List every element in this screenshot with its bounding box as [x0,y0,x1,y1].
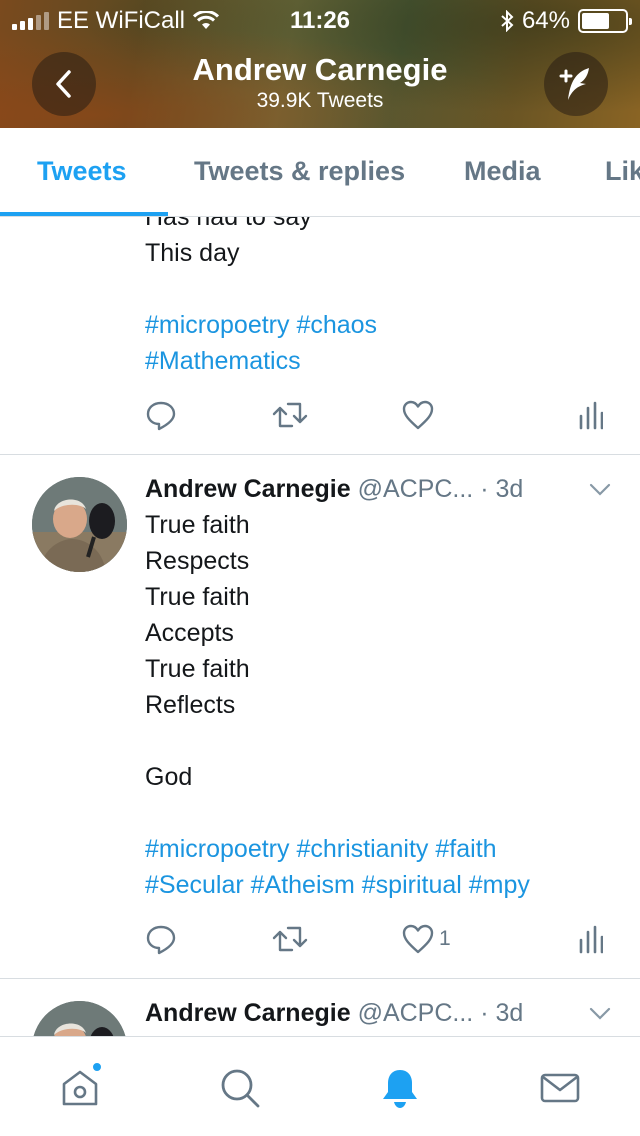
retweet-icon [272,402,308,428]
like-count: 1 [439,927,451,950]
profile-header: EE WiFiCall 11:26 64% Andrew Carnegie 39… [0,0,640,128]
author-name[interactable]: Andrew Carnegie [145,475,351,503]
tweet-time: · 3d [480,999,524,1027]
chevron-down-icon[interactable] [588,1003,612,1023]
profile-tabs: Tweets Tweets & replies Media Lik [0,128,640,217]
tweet-line: True faith [145,655,250,683]
reply-button[interactable] [145,399,177,431]
tab-home[interactable] [55,1061,105,1113]
battery-percent: 64% [521,7,570,34]
avatar[interactable] [32,1001,127,1036]
tweet-line: True faith [145,583,250,611]
retweet-button[interactable] [272,399,308,431]
tweet-hashtags[interactable]: #Mathematics [145,343,620,379]
notification-dot [91,1061,103,1073]
author-name[interactable]: Andrew Carnegie [145,999,351,1027]
avatar-photo [32,1001,127,1036]
bottom-tab-bar [0,1036,640,1136]
avatar-photo [32,477,127,572]
search-icon [221,1069,260,1108]
tweet-feed[interactable]: Has had to say This day #micropoetry #ch… [0,217,640,1036]
tweet-hashtags[interactable]: #micropoetry #chaos [145,307,620,343]
like-button[interactable] [401,399,439,431]
status-bar-right: 64% [500,7,632,35]
analytics-icon [579,925,603,954]
like-button[interactable]: 1 [401,923,451,955]
analytics-button[interactable] [577,923,603,955]
tweet-header: Andrew Carnegie @ACPC... · 3d [145,995,620,1031]
status-bar: EE WiFiCall 11:26 64% [0,0,640,40]
tweet-header: Andrew Carnegie @ACPC... · 3d [145,471,620,507]
tweet-text: Has had to say This day #micropoetry #ch… [145,217,620,379]
tweet-hashtags[interactable]: #Secular #Atheism #spiritual #mpy [145,867,620,903]
reply-icon [146,401,176,431]
author-handle[interactable]: @ACPC... [358,999,474,1027]
compose-tweet-icon [559,68,589,100]
tab-search[interactable] [215,1063,265,1113]
tweet-line [145,723,620,759]
tab-notifications[interactable] [375,1063,425,1113]
tweet-line: Reflects [145,691,236,719]
tweet-line: True faith [145,511,250,539]
avatar[interactable] [32,477,127,572]
analytics-icon [579,401,603,430]
tab-tweets-and-replies[interactable]: Tweets & replies [194,156,405,187]
tweet-line: This day [145,239,240,267]
heart-icon [402,400,434,430]
chevron-down-icon[interactable] [588,479,612,499]
analytics-button[interactable] [577,399,603,431]
tweet-line: God [145,763,193,791]
tweet-line: Accepts [145,619,234,647]
tweet-text: True faith Respects True faith Accepts T… [145,507,620,903]
tweet-item[interactable]: Has had to say This day #micropoetry #ch… [0,217,640,455]
bluetooth-icon [501,10,514,32]
tweet-line: Has had to say [145,217,312,231]
battery-icon [578,9,632,33]
notifications-bell-icon [383,1070,417,1108]
retweet-icon [272,926,308,952]
tweet-item[interactable]: Andrew Carnegie @ACPC... · 3d True faith… [0,455,640,979]
compose-tweet-button[interactable] [544,52,608,116]
messages-envelope-icon [540,1073,580,1103]
tab-media[interactable]: Media [464,156,541,187]
active-tab-indicator [0,212,168,216]
reply-icon [146,925,176,955]
tweet-line: Respects [145,547,250,575]
author-handle[interactable]: @ACPC... [358,475,474,503]
tweet-hashtags[interactable]: #micropoetry #christianity #faith [145,831,620,867]
heart-icon [402,924,434,954]
tab-messages[interactable] [535,1063,585,1113]
tab-likes[interactable]: Lik [605,156,640,187]
tweet-actions [145,399,615,439]
tweet-actions: 1 [145,923,615,963]
tab-tweets[interactable]: Tweets [37,156,127,187]
reply-button[interactable] [145,923,177,955]
tweet-time: · 3d [480,475,524,503]
tweet-item[interactable]: Andrew Carnegie @ACPC... · 3d [0,979,640,1036]
retweet-button[interactable] [272,923,308,955]
